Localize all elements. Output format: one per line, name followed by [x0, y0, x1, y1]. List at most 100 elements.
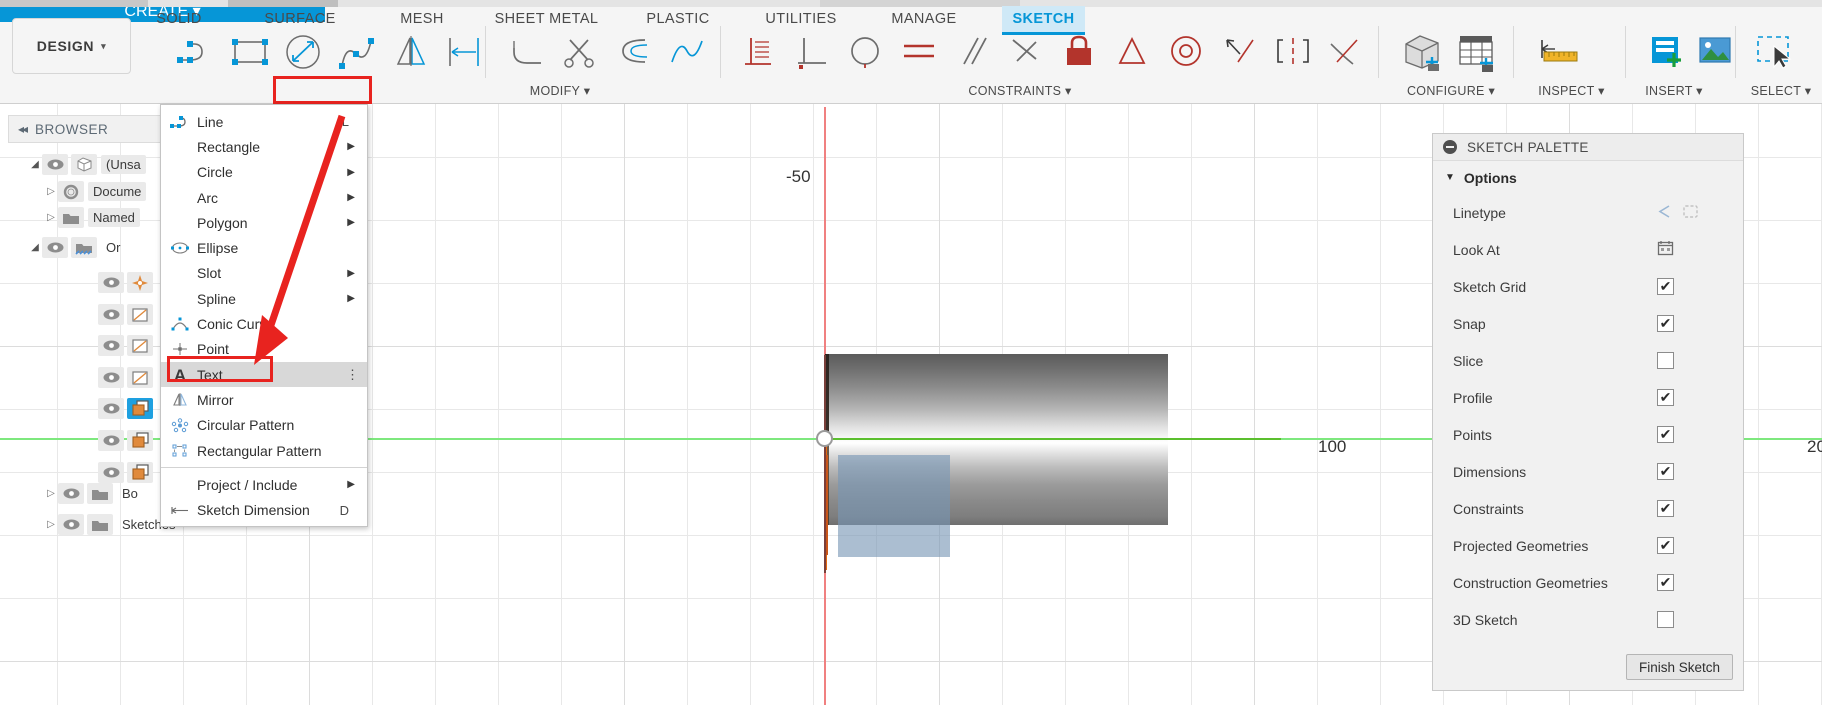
sketch-grid-control[interactable] — [1657, 278, 1743, 295]
tree-row-plane-yz[interactable] — [0, 365, 157, 390]
collinear-constraint[interactable] — [1216, 30, 1262, 72]
curvature-tool[interactable] — [664, 30, 710, 72]
tree-row-sketches[interactable]: ▷ Sketches — [0, 512, 180, 537]
menu-item-circular-pattern[interactable]: Circular Pattern — [161, 413, 367, 438]
insert-group-label[interactable]: INSERT ▾ — [1630, 79, 1718, 101]
tab-manage[interactable]: MANAGE — [884, 6, 964, 32]
trim-tool[interactable] — [558, 30, 604, 72]
parallel-constraint[interactable] — [950, 30, 996, 72]
symmetry-constraint[interactable] — [1270, 30, 1316, 72]
palette-row-construction-geometries[interactable]: Construction Geometries — [1433, 564, 1743, 601]
constraints-control[interactable] — [1657, 500, 1743, 517]
tree-row-document-settings[interactable]: ▷ Docume — [0, 179, 147, 204]
fix-unfix-constraint[interactable] — [1056, 30, 1102, 72]
constraints-group-label[interactable]: CONSTRAINTS ▾ — [930, 79, 1110, 101]
tab-sheet-metal[interactable]: SHEET METAL — [489, 6, 604, 32]
visibility-eye-icon[interactable] — [98, 335, 124, 356]
tab-sketch[interactable]: SKETCH — [1002, 6, 1085, 35]
browser-header[interactable]: ◂◂ BROWSER — [8, 115, 168, 143]
visibility-eye-icon[interactable] — [98, 430, 124, 451]
projected-geometries-control[interactable] — [1657, 537, 1743, 554]
sketch-dimension-tool[interactable] — [440, 30, 486, 72]
menu-item-mirror[interactable]: Mirror — [161, 387, 367, 412]
menu-item-arc[interactable]: Arc ▶ — [161, 185, 367, 210]
tree-row-sketch-selected[interactable] — [0, 396, 157, 421]
visibility-eye-icon[interactable] — [58, 483, 84, 504]
palette-row-dimensions[interactable]: Dimensions — [1433, 453, 1743, 490]
expand-arrow-icon[interactable]: ▷ — [44, 212, 58, 223]
menu-item-rectangle[interactable]: Rectangle ▶ — [161, 134, 367, 159]
finish-sketch-button[interactable]: Finish Sketch — [1625, 654, 1733, 680]
tree-row-plane-xy[interactable] — [0, 302, 157, 327]
configure-cube-tool[interactable] — [1398, 30, 1444, 72]
palette-row-snap[interactable]: Snap — [1433, 305, 1743, 342]
palette-row-3d-sketch[interactable]: 3D Sketch — [1433, 601, 1743, 638]
menu-item-slot[interactable]: Slot ▶ — [161, 261, 367, 286]
constraints-checkbox[interactable] — [1657, 500, 1674, 517]
tree-row-origin[interactable]: ◢ Or — [0, 235, 125, 260]
configure-group-label[interactable]: CONFIGURE ▾ — [1395, 79, 1507, 101]
snap-control[interactable] — [1657, 315, 1743, 332]
look-at-icon[interactable] — [1657, 240, 1674, 259]
visibility-eye-icon[interactable] — [98, 272, 124, 293]
3d-sketch-control[interactable] — [1657, 611, 1743, 628]
palette-row-slice[interactable]: Slice — [1433, 342, 1743, 379]
construction-geometries-checkbox[interactable] — [1657, 574, 1674, 591]
fillet-tool[interactable] — [505, 30, 551, 72]
visibility-eye-icon[interactable] — [98, 398, 124, 419]
horizontal-vertical-constraint[interactable] — [1003, 30, 1049, 72]
origin-point[interactable] — [816, 430, 833, 447]
palette-header[interactable]: SKETCH PALETTE — [1433, 134, 1743, 161]
select-group-label[interactable]: SELECT ▾ — [1740, 79, 1822, 101]
tab-plastic[interactable]: PLASTIC — [642, 6, 714, 32]
tree-row-plane-xz[interactable] — [0, 333, 157, 358]
palette-row-points[interactable]: Points — [1433, 416, 1743, 453]
circle-tool[interactable] — [280, 30, 326, 72]
menu-item-ellipse[interactable]: Ellipse — [161, 235, 367, 260]
expand-arrow-icon[interactable]: ▷ — [44, 488, 58, 499]
linetype-controls[interactable] — [1657, 204, 1743, 222]
lookat-control[interactable] — [1657, 240, 1743, 259]
rectangle-tool[interactable] — [227, 30, 273, 72]
menu-item-conic-curve[interactable]: Conic Curve — [161, 311, 367, 336]
perpendicular-constraint[interactable] — [790, 30, 836, 72]
insert-derive-tool[interactable] — [1643, 30, 1689, 72]
projected-geometries-checkbox[interactable] — [1657, 537, 1674, 554]
3d-sketch-checkbox[interactable] — [1657, 611, 1674, 628]
tab-solid[interactable]: SOLID — [151, 6, 207, 32]
palette-row-sketch-grid[interactable]: Sketch Grid — [1433, 268, 1743, 305]
visibility-eye-icon[interactable] — [42, 154, 68, 175]
tree-row-named-views[interactable]: ▷ Named — [0, 205, 140, 230]
equal-constraint[interactable] — [896, 30, 942, 72]
offset-tool[interactable] — [611, 30, 657, 72]
tab-surface[interactable]: SURFACE — [261, 6, 339, 32]
palette-row-constraints[interactable]: Constraints — [1433, 490, 1743, 527]
tree-row-origin-point[interactable] — [0, 270, 157, 295]
points-checkbox[interactable] — [1657, 426, 1674, 443]
dimensions-control[interactable] — [1657, 463, 1743, 480]
coincident-constraint[interactable] — [737, 30, 783, 72]
visibility-eye-icon[interactable] — [98, 367, 124, 388]
create-dropdown-menu[interactable]: Line L Rectangle ▶ Circle ▶ Arc ▶ Polygo… — [160, 104, 368, 527]
sketch-grid-checkbox[interactable] — [1657, 278, 1674, 295]
tab-mesh[interactable]: MESH — [395, 6, 449, 32]
menu-item-line[interactable]: Line L — [161, 109, 367, 134]
visibility-eye-icon[interactable] — [42, 237, 68, 258]
menu-item-sketch-dimension[interactable]: Sketch Dimension D — [161, 497, 367, 522]
tree-row-bodies[interactable]: ▷ Bo — [0, 481, 143, 506]
overflow-menu-icon[interactable]: ⋮ — [346, 367, 359, 383]
modify-group-label[interactable]: MODIFY ▾ — [505, 79, 615, 101]
midpoint-constraint[interactable] — [1110, 30, 1156, 72]
palette-row-linetype[interactable]: Linetype — [1433, 194, 1743, 231]
menu-item-circle[interactable]: Circle ▶ — [161, 160, 367, 185]
tab-utilities[interactable]: UTILITIES — [760, 6, 842, 32]
dimensions-checkbox[interactable] — [1657, 463, 1674, 480]
normal-linetype-icon[interactable] — [1657, 204, 1672, 222]
menu-item-project-include[interactable]: Project / Include ▶ — [161, 472, 367, 497]
minus-icon[interactable] — [1443, 140, 1457, 154]
collapse-icon[interactable]: ◂◂ — [18, 122, 28, 136]
measure-tool[interactable] — [1535, 30, 1581, 72]
menu-item-polygon[interactable]: Polygon ▶ — [161, 210, 367, 235]
select-tool[interactable] — [1752, 30, 1798, 72]
profile-checkbox[interactable] — [1657, 389, 1674, 406]
